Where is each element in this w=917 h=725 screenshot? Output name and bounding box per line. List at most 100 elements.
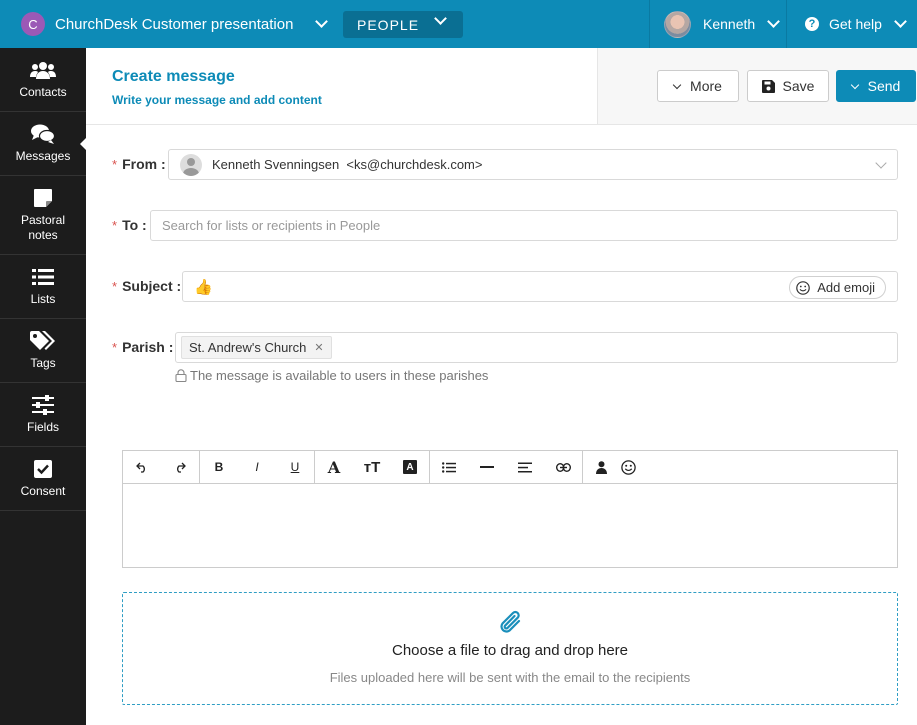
help-label: Get help (829, 16, 882, 32)
block-group (430, 450, 583, 484)
person-icon[interactable] (587, 451, 615, 484)
bold-icon[interactable]: B (200, 451, 238, 484)
editor-body[interactable] (123, 484, 897, 567)
required-marker: * (112, 217, 118, 233)
text-color-icon[interactable]: A (391, 451, 429, 484)
required-marker: * (112, 156, 118, 172)
sidebar-item-label: Lists (30, 292, 56, 306)
messages-icon (31, 123, 55, 145)
subject-input[interactable]: 👍 Add emoji (182, 271, 898, 302)
align-left-icon[interactable] (506, 451, 544, 484)
checkbox-icon (34, 458, 52, 480)
editor-toolbar: B I U A тT A (123, 450, 897, 484)
help-menu[interactable]: ? Get help (786, 0, 917, 48)
subject-label: Subject : (122, 278, 182, 294)
parish-hint: The message is available to users in the… (175, 368, 488, 383)
font-size-icon[interactable]: тT (353, 451, 391, 484)
font-family-icon[interactable]: A (315, 451, 353, 484)
org-badge: C (21, 12, 45, 36)
contacts-icon (30, 59, 56, 81)
redo-icon[interactable] (161, 451, 199, 484)
chevron-down-icon (767, 15, 781, 28)
format-group: B I U (200, 450, 315, 484)
emoji-icon[interactable] (615, 451, 641, 484)
lock-icon (175, 369, 187, 382)
sidebar-item-contacts[interactable]: Contacts (0, 48, 86, 112)
horizontal-rule-icon[interactable] (468, 451, 506, 484)
user-name: Kenneth (703, 16, 756, 32)
sidebar-item-label: Messages (15, 149, 71, 163)
parish-row: * Parish : (112, 339, 173, 355)
more-button[interactable]: More (657, 70, 739, 102)
parish-hint-text: The message is available to users in the… (190, 368, 489, 383)
dropzone-subtitle: Files uploaded here will be sent with th… (329, 670, 691, 685)
sidebar-item-tags[interactable]: Tags (0, 319, 86, 383)
underline-icon[interactable]: U (276, 451, 314, 484)
smiley-icon (796, 280, 810, 295)
font-group: A тT A (315, 450, 430, 484)
add-emoji-label: Add emoji (817, 280, 875, 295)
user-menu[interactable]: Kenneth (649, 0, 786, 48)
sliders-icon (32, 394, 54, 416)
file-dropzone[interactable]: Choose a file to drag and drop here File… (122, 592, 898, 705)
insert-group (583, 451, 641, 484)
module-switcher[interactable]: PEOPLE (343, 11, 463, 38)
floppy-disk-icon (761, 79, 775, 93)
sidebar-item-label: Pastoral notes (20, 213, 66, 242)
save-button[interactable]: Save (747, 70, 829, 102)
more-button-label: More (690, 78, 722, 94)
org-name: ChurchDesk Customer presentation (55, 15, 294, 33)
send-button[interactable]: Send (836, 70, 916, 102)
user-avatar-icon (180, 153, 202, 176)
sidebar-item-pastoral-notes[interactable]: Pastoral notes (0, 176, 86, 255)
page-subtitle: Write your message and add content (112, 93, 322, 107)
question-icon: ? (805, 17, 819, 31)
required-marker: * (112, 278, 118, 294)
undo-icon[interactable] (123, 451, 161, 484)
chevron-down-icon (434, 12, 447, 25)
page-title: Create message (112, 68, 235, 85)
parish-tag: St. Andrew's Church ✕ (181, 336, 332, 359)
remove-tag-icon[interactable]: ✕ (314, 341, 323, 354)
dropzone-title: Choose a file to drag and drop here (392, 642, 628, 659)
sidebar-item-label: Tags (30, 356, 56, 370)
bullet-list-icon[interactable] (430, 451, 468, 484)
sidebar-item-consent[interactable]: Consent (0, 447, 86, 511)
recipients-placeholder: Search for lists or recipients in People (162, 218, 381, 233)
sidebar-item-messages[interactable]: Messages (0, 112, 87, 176)
chevron-down-icon (672, 80, 682, 89)
page-header: Create message Write your message and ad… (86, 48, 917, 125)
from-value: Kenneth Svenningsen <ks@churchdesk.com> (212, 157, 483, 172)
organization-switcher[interactable]: C ChurchDesk Customer presentation (0, 0, 337, 48)
to-label: To : (122, 217, 147, 233)
parish-label: Parish : (122, 339, 174, 355)
sidebar: Contacts Messages Pastoral notes Lists T… (0, 48, 87, 725)
parish-tag-label: St. Andrew's Church (189, 340, 307, 355)
link-icon[interactable] (544, 451, 582, 484)
chevron-down-icon (875, 157, 887, 169)
chevron-down-icon (315, 15, 329, 28)
add-emoji-button[interactable]: Add emoji (789, 276, 886, 299)
sidebar-item-label: Contacts (19, 85, 67, 99)
sidebar-item-lists[interactable]: Lists (0, 255, 86, 319)
subject-value: 👍 (194, 278, 213, 296)
parish-select[interactable]: St. Andrew's Church ✕ (175, 332, 898, 363)
recipients-search-input[interactable]: Search for lists or recipients in People (150, 210, 898, 241)
from-select[interactable]: Kenneth Svenningsen <ks@churchdesk.com> (168, 149, 898, 180)
send-button-label: Send (867, 78, 901, 94)
sidebar-item-fields[interactable]: Fields (0, 383, 86, 447)
save-button-label: Save (782, 78, 815, 94)
top-bar: C ChurchDesk Customer presentation PEOPL… (0, 0, 917, 48)
note-icon (34, 187, 52, 209)
chevron-down-icon (894, 15, 907, 28)
sidebar-item-label: Consent (20, 484, 66, 498)
paperclip-icon (497, 609, 525, 640)
module-name: PEOPLE (357, 16, 420, 33)
italic-icon[interactable]: I (238, 451, 276, 484)
list-icon (32, 266, 54, 288)
chevron-down-icon (850, 80, 859, 89)
sidebar-item-label: Fields (26, 420, 59, 434)
required-marker: * (112, 339, 118, 355)
to-row: * To : (112, 217, 147, 233)
history-group (123, 450, 200, 484)
